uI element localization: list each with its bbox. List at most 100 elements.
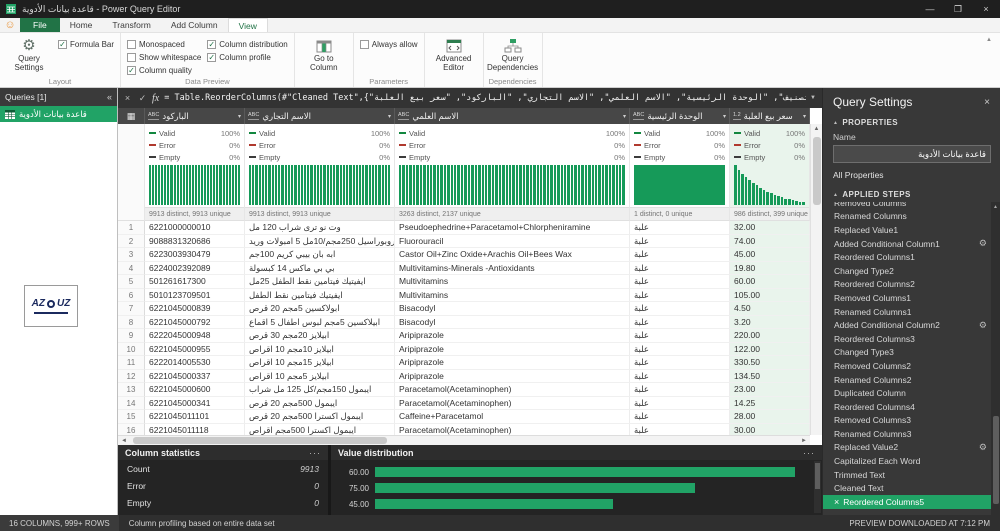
applied-step-changed-type3[interactable]: Changed Type3 [823,346,991,360]
row-number[interactable]: 14 [118,397,145,411]
properties-section-header[interactable]: ▲ PROPERTIES [823,114,1000,130]
row-number[interactable]: 4 [118,262,145,276]
cell[interactable]: 6222045000948 [145,329,245,343]
cell[interactable]: 6224002392089 [145,262,245,276]
commit-formula-icon[interactable]: ✓ [135,93,150,104]
expand-formula-icon[interactable]: ▼ [806,95,820,101]
cell[interactable]: علبة [630,356,730,370]
cell[interactable]: 9088831320686 [145,235,245,249]
applied-step-removed-columns[interactable]: Removed Columns [823,202,991,210]
query-settings-button[interactable]: ⚙ Query Settings [6,35,52,76]
checkbox-formula-bar[interactable]: ✓Formula Bar [58,40,114,49]
cell[interactable]: 5010123709501 [145,289,245,303]
cell[interactable]: Aripiprazole [395,356,630,370]
filter-icon[interactable]: ▾ [623,113,626,120]
delete-step-icon[interactable]: × [834,497,839,507]
select-all-button[interactable]: ▦ [118,108,145,124]
cell[interactable]: 122.00 [730,343,810,357]
row-number[interactable]: 13 [118,383,145,397]
column-header-4[interactable]: ABCالوحدة الرئيسية▾ [630,108,730,124]
filter-icon[interactable]: ▾ [723,113,726,120]
column-header-1[interactable]: ABCالباركود▾ [145,108,245,124]
cell[interactable]: 19.80 [730,262,810,276]
filter-icon[interactable]: ▾ [803,113,806,120]
applied-step-reordered-columns3[interactable]: Reordered Columns3 [823,332,991,346]
more-options-icon[interactable]: ··· [309,448,321,458]
cell[interactable]: علبة [630,262,730,276]
checkbox-column-quality[interactable]: ✓Column quality [127,66,201,75]
cell[interactable]: 45.00 [730,248,810,262]
tab-home[interactable]: Home [60,18,103,32]
row-number[interactable]: 7 [118,302,145,316]
applied-steps-section-header[interactable]: ▲ APPLIED STEPS [823,186,1000,202]
fx-icon[interactable]: fx [152,93,159,104]
cell[interactable]: علبة [630,235,730,249]
cell[interactable]: ابيلايز 10مجم 10 اقراص [245,343,395,357]
cell[interactable]: ابيلاكسين 5مجم لبوس اطفال 5 اقماع [245,316,395,330]
horizontal-scrollbar[interactable]: ◄ ► [118,435,810,445]
cell[interactable]: ابيلايز 15مجم 10 اقراص [245,356,395,370]
cell[interactable]: ايفيتيك فيتامين نقط الطفل [245,289,395,303]
cell[interactable]: علبة [630,316,730,330]
applied-step-cleaned-text[interactable]: Cleaned Text [823,481,991,495]
cell[interactable]: ايبمول اكسترا 500مجم اقراص [245,424,395,436]
applied-step-renamed-columns1[interactable]: Renamed Columns1 [823,305,991,319]
cell[interactable]: ابيلايز 20مجم 30 قرص [245,329,395,343]
all-properties-link[interactable]: All Properties [823,167,1000,186]
applied-step-renamed-columns2[interactable]: Renamed Columns2 [823,373,991,387]
checkbox-show-whitespace[interactable]: Show whitespace [127,53,201,62]
cell[interactable]: Caffeine+Paracetamol [395,410,630,424]
filter-icon[interactable]: ▾ [388,113,391,120]
distribution-bar[interactable] [375,499,613,509]
steps-scrollbar[interactable]: ▲ ▼ [991,202,1000,515]
cell[interactable]: علبة [630,397,730,411]
cell[interactable]: 330.50 [730,356,810,370]
cell[interactable]: ابولاكسين 5مجم 20 قرص [245,302,395,316]
maximize-button[interactable]: ❐ [944,0,972,18]
distribution-bar[interactable] [375,483,695,493]
row-number[interactable]: 3 [118,248,145,262]
cell[interactable]: Aripiprazole [395,343,630,357]
row-number[interactable]: 10 [118,343,145,357]
step-settings-icon[interactable]: ⚙ [979,238,987,249]
cell[interactable]: 6221045000839 [145,302,245,316]
cell[interactable]: 6221000000010 [145,221,245,235]
advanced-editor-button[interactable]: Advanced Editor [431,35,477,76]
step-settings-icon[interactable]: ⚙ [979,320,987,331]
cell[interactable]: 6221045000792 [145,316,245,330]
tab-file[interactable]: File [20,18,60,32]
tab-view[interactable]: View [228,18,268,32]
cell[interactable]: 134.50 [730,370,810,384]
close-panel-icon[interactable]: × [984,97,990,108]
cell[interactable]: 105.00 [730,289,810,303]
cell[interactable]: 6223003930479 [145,248,245,262]
column-header-5[interactable]: 1.2سعر بيع العلبة▾ [730,108,810,124]
go-to-column-button[interactable]: Go to Column [301,35,347,76]
column-profile-1[interactable]: Valid100%Error0%Empty0%9913 distinct, 99… [145,124,245,221]
row-number[interactable]: 1 [118,221,145,235]
smiley-feedback-icon[interactable]: ☺ [0,18,20,32]
tab-add-column[interactable]: Add Column [161,18,228,32]
cell[interactable]: 28.00 [730,410,810,424]
checkbox-always-allow[interactable]: Always allow [360,40,418,49]
more-options-icon[interactable]: ··· [803,448,815,458]
applied-step-replaced-value1[interactable]: Replaced Value1 [823,223,991,237]
row-number[interactable]: 5 [118,275,145,289]
cell[interactable]: وت نو ترى شراب 120 مل [245,221,395,235]
row-number[interactable]: 6 [118,289,145,303]
applied-step-removed-columns3[interactable]: Removed Columns3 [823,414,991,428]
row-number[interactable]: 11 [118,356,145,370]
cell[interactable]: ايفيتيك فيتامين نقط الطفل 25مل [245,275,395,289]
cell[interactable]: علبة [630,221,730,235]
distribution-scroll-thumb[interactable] [815,463,820,489]
applied-step-added-conditional-column1[interactable]: Added Conditional Column1⚙ [823,237,991,251]
checkbox-column-profile[interactable]: ✓Column profile [207,53,287,62]
column-profile-4[interactable]: Valid100%Error0%Empty0%1 distinct, 0 uni… [630,124,730,221]
applied-step-removed-columns2[interactable]: Removed Columns2 [823,359,991,373]
applied-step-duplicated-column[interactable]: Duplicated Column [823,386,991,400]
cell[interactable]: Bisacodyl [395,302,630,316]
cell[interactable]: فلوروبوراسيل 250مجم/10مل 5 امبولات وريد [245,235,395,249]
tab-transform[interactable]: Transform [102,18,160,32]
column-header-2[interactable]: ABCالاسم التجاري▾ [245,108,395,124]
cell[interactable]: علبة [630,329,730,343]
